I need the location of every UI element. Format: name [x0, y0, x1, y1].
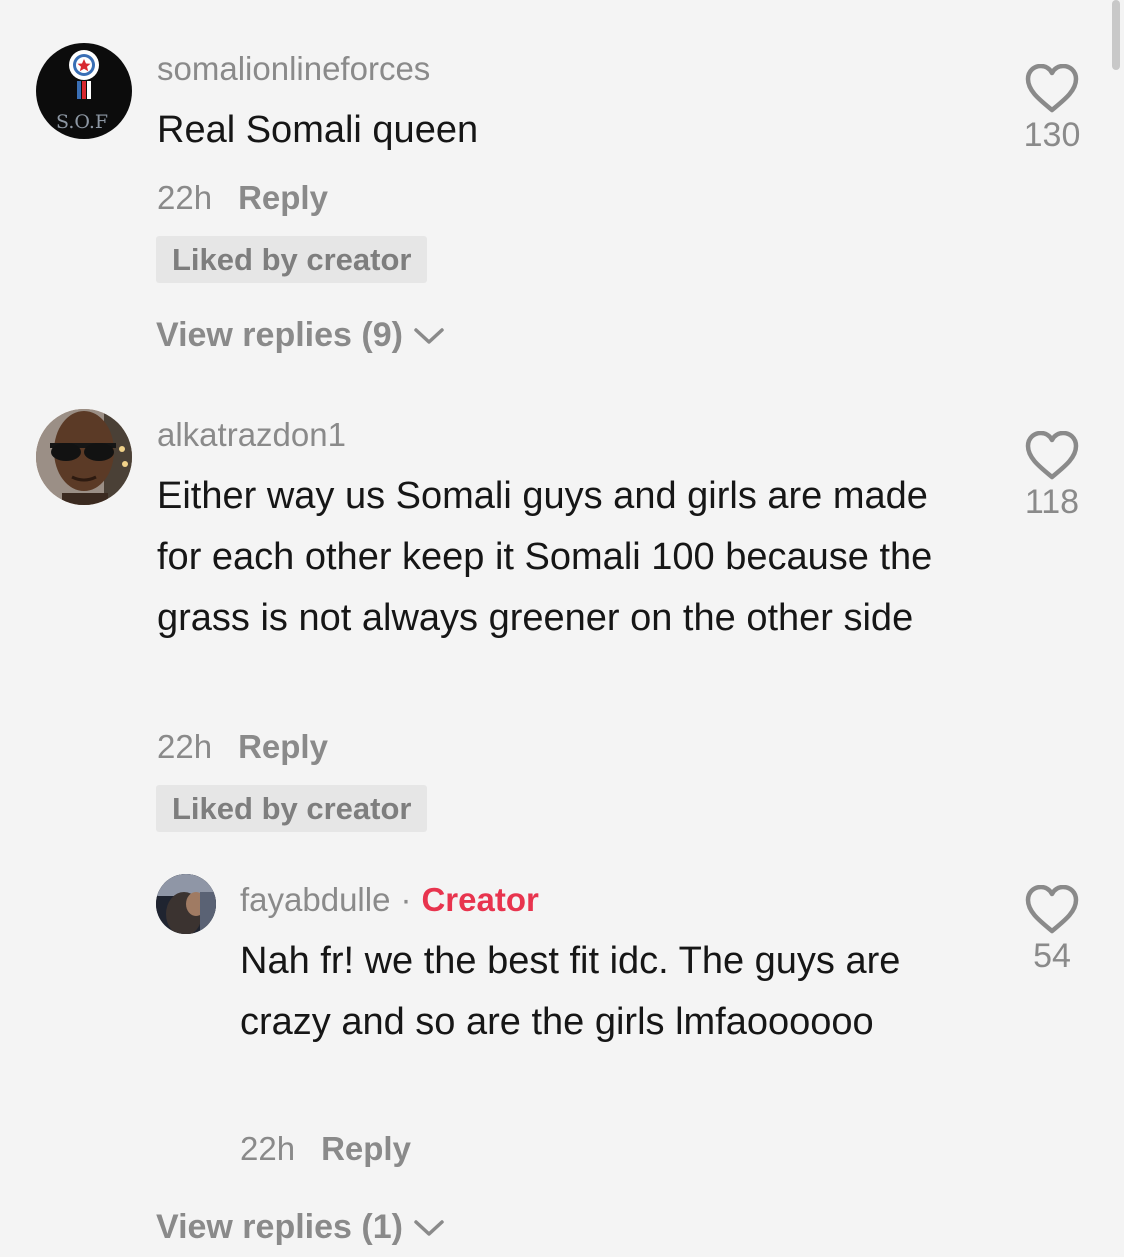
comments-panel: S.O.F somalionlineforces Real Somali que… — [0, 0, 1124, 1257]
avatar-somalionlineforces[interactable]: S.O.F — [36, 43, 132, 139]
avatar-text: S.O.F — [56, 111, 109, 133]
profile-photo-icon — [156, 874, 216, 934]
reply-meta: 22h Reply — [240, 1130, 411, 1168]
avatar-fayabdulle[interactable] — [156, 874, 216, 934]
view-replies-button[interactable]: View replies (1) — [156, 1208, 445, 1247]
comment-username[interactable]: alkatrazdon1 — [157, 416, 346, 454]
like-count: 54 — [1033, 937, 1071, 975]
like-count: 118 — [1024, 483, 1080, 521]
view-replies-button[interactable]: View replies (9) — [156, 316, 445, 355]
creator-label: Creator — [421, 881, 539, 918]
chevron-down-icon — [414, 327, 444, 344]
heart-outline-icon — [1025, 64, 1079, 113]
comment-time: 22h — [157, 179, 213, 216]
profile-photo-icon — [36, 409, 132, 505]
heart-outline-icon — [1025, 431, 1079, 480]
reply-text: Nah fr! we the best fit idc. The guys ar… — [240, 940, 901, 1043]
reply-header: fayabdulle · Creator — [240, 881, 539, 919]
comment-meta: 22h Reply — [157, 728, 328, 766]
reply-username[interactable]: fayabdulle — [240, 881, 390, 918]
comment-username[interactable]: somalionlineforces — [157, 50, 430, 88]
reply-button[interactable]: Reply — [321, 1130, 411, 1168]
comment-text: Real Somali queen — [157, 109, 479, 151]
like-button[interactable]: 118 — [1012, 431, 1092, 522]
like-count: 130 — [1023, 116, 1081, 154]
comment-meta: 22h Reply — [157, 179, 328, 217]
comment-text: Either way us Somali guys and girls are … — [157, 475, 933, 639]
like-button[interactable]: 130 — [1012, 64, 1092, 155]
avatar-alkatrazdon1[interactable] — [36, 409, 132, 505]
reply-time: 22h — [240, 1130, 296, 1167]
scrollbar[interactable] — [1112, 0, 1120, 70]
view-replies-label: View replies (9) — [156, 316, 403, 354]
heart-outline-icon — [1025, 885, 1079, 934]
reply-button[interactable]: Reply — [238, 728, 328, 766]
comment-time: 22h — [157, 728, 213, 765]
chevron-down-icon — [414, 1219, 444, 1236]
view-replies-label: View replies (1) — [156, 1208, 403, 1246]
reply-button[interactable]: Reply — [238, 179, 328, 217]
liked-by-creator-badge: Liked by creator — [156, 785, 428, 832]
like-button[interactable]: 54 — [1012, 885, 1092, 976]
separator-dot: · — [400, 881, 412, 918]
liked-by-creator-badge: Liked by creator — [156, 236, 428, 283]
